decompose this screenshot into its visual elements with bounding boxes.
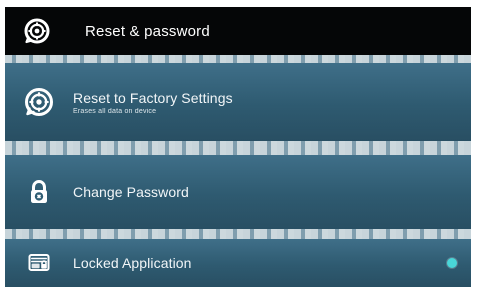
app-lock-icon [21, 245, 57, 281]
settings-item-reset-to-factory[interactable]: Reset to Factory Settings Erases all dat… [5, 63, 471, 141]
titlebar: Reset & password [5, 7, 471, 55]
change-password-texts: Change Password [73, 184, 189, 200]
divider [5, 55, 471, 63]
page-title: Reset & password [85, 22, 210, 40]
settings-item-change-password[interactable]: Change Password [5, 155, 471, 229]
reset-password-screen: Reset & password Reset to Factory Settin… [5, 7, 471, 287]
settings-item-locked-application[interactable]: Locked Application [5, 239, 471, 287]
divider [5, 141, 471, 155]
locked-application-label: Locked Application [73, 255, 192, 271]
reset-to-factory-label: Reset to Factory Settings [73, 89, 233, 106]
reset-gear-icon [23, 17, 51, 45]
reset-to-factory-sublabel: Erases all data on device [73, 107, 157, 115]
divider [5, 229, 471, 239]
lock-icon [21, 174, 57, 210]
status-dot [447, 258, 457, 268]
change-password-label: Change Password [73, 184, 189, 200]
reset-to-factory-texts: Reset to Factory Settings Erases all dat… [73, 90, 233, 115]
locked-application-texts: Locked Application [73, 255, 192, 271]
reset-gear-icon [21, 84, 57, 120]
